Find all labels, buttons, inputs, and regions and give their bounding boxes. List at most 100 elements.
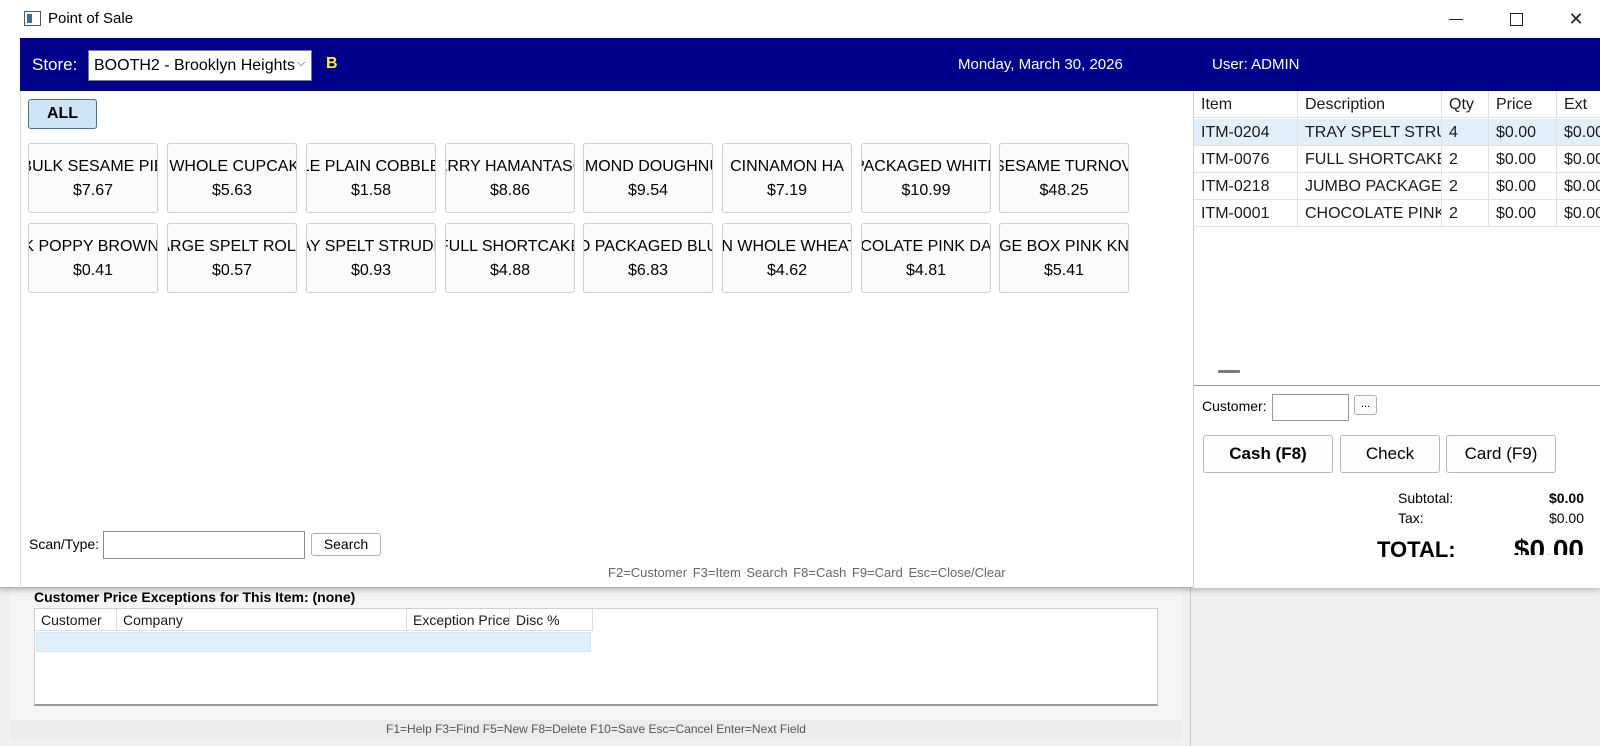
store-header-bar: Store: BOOTH2 - Brooklyn Heights ⌵ B Mon… [20, 38, 1600, 91]
product-name: PLE PLAIN COBBLER [307, 158, 435, 175]
cart-header: Item Description Qty Price Ext [1194, 91, 1600, 118]
exceptions-header: Customer Company Exception Price Disc % [35, 609, 593, 631]
product-name: E WHOLE CUPCAKE [168, 158, 296, 175]
product-tile[interactable]: ALMOND DOUGHNUT $9.54 [583, 143, 713, 213]
cart-cell-description: JUMBO PACKAGED [1298, 173, 1442, 200]
tax-value: $0.00 [1548, 510, 1584, 526]
product-name: T SESAME TURNOVER [999, 158, 1128, 175]
cart-row[interactable]: ITM-0204 TRAY SPELT STRUDEL 4 $0.00 $0.0… [1194, 119, 1600, 146]
close-button[interactable]: ✕ [1546, 0, 1600, 38]
cart-cell-item: ITM-0204 [1194, 119, 1298, 146]
product-tile[interactable]: CINNAMON HA $7.19 [722, 143, 852, 213]
cart-row[interactable]: ITM-0218 JUMBO PACKAGED 2 $0.00 $0.00 [1194, 173, 1600, 200]
cart-row[interactable]: ITM-0001 CHOCOLATE PINK 2 $0.00 $0.00 [1194, 200, 1600, 227]
cart-col-description[interactable]: Description [1298, 91, 1442, 118]
product-price: $10.99 [901, 182, 951, 199]
cart-cell-qty[interactable]: 2 [1442, 146, 1489, 173]
product-name: COLATE PINK DA [861, 238, 991, 255]
scan-input[interactable] [103, 531, 305, 559]
product-name: CINNAMON HA [730, 158, 844, 175]
product-price: $4.88 [489, 262, 531, 279]
scan-label: Scan/Type: [29, 536, 100, 552]
category-all-button[interactable]: ALL [28, 99, 97, 129]
maximize-icon [1509, 12, 1523, 26]
product-name: GE BOX PINK KN [999, 238, 1129, 255]
cart-cell-price: $0.00 [1489, 119, 1557, 146]
scrollbar-grip[interactable] [1218, 370, 1240, 373]
card-button[interactable]: Card (F9) [1446, 435, 1556, 473]
maximize-button[interactable] [1486, 0, 1546, 38]
product-tile[interactable]: ARGE SPELT ROLL $0.57 [167, 223, 297, 293]
product-name: RAY SPELT STRUDEL [307, 238, 435, 255]
exceptions-grid[interactable]: Customer Company Exception Price Disc % [34, 608, 1158, 706]
product-tile[interactable]: PLE PLAIN COBBLER $1.58 [306, 143, 436, 213]
search-button[interactable]: Search [311, 533, 381, 556]
cart-cell-ext: $0.00 [1557, 173, 1600, 200]
cart-panel: Item Description Qty Price Ext ITM-0204 … [1193, 91, 1600, 588]
cart-col-item[interactable]: Item [1194, 91, 1298, 118]
cart-cell-ext: $0.00 [1557, 146, 1600, 173]
product-tile[interactable]: IN WHOLE WHEAT $4.62 [722, 223, 852, 293]
product-price: $4.62 [766, 262, 808, 279]
window-title: Point of Sale [48, 10, 134, 27]
tax-label: Tax: [1398, 510, 1424, 526]
product-price: $6.83 [627, 262, 669, 279]
exceptions-new-row[interactable] [36, 632, 591, 652]
exceptions-col-company[interactable]: Company [117, 609, 407, 631]
customer-input[interactable] [1272, 394, 1349, 421]
product-name: CK POPPY BROWNIE [29, 238, 158, 255]
chevron-down-icon[interactable]: ⌵ [297, 57, 309, 73]
total-label: TOTAL: [1377, 537, 1456, 562]
product-tile[interactable]: RAY SPELT STRUDEL $0.93 [306, 223, 436, 293]
cart-cell-qty[interactable]: 2 [1442, 200, 1489, 227]
product-name: ALMOND DOUGHNUT [584, 158, 712, 175]
product-price: $7.67 [72, 182, 114, 199]
cart-col-ext[interactable]: Ext [1557, 91, 1600, 118]
cash-button[interactable]: Cash (F8) [1203, 435, 1333, 473]
product-tile[interactable]: COLATE PINK DA $4.81 [861, 223, 991, 293]
exceptions-col-disc[interactable]: Disc % [510, 609, 593, 631]
product-tile[interactable]: BULK SESAME PIE $7.67 [28, 143, 158, 213]
exceptions-col-customer[interactable]: Customer [35, 609, 117, 631]
cart-cell-ext: $0.00 [1557, 119, 1600, 146]
product-name: IN WHOLE WHEAT [722, 238, 852, 255]
customer-browse-button[interactable]: ... [1354, 395, 1377, 415]
cart-cell-qty[interactable]: 2 [1442, 173, 1489, 200]
product-tile[interactable]: T SESAME TURNOVER $48.25 [999, 143, 1129, 213]
app-window-icon [24, 11, 41, 26]
product-tile[interactable]: BERRY HAMANTASCH $8.86 [445, 143, 575, 213]
cart-cell-price: $0.00 [1489, 173, 1557, 200]
cart-row[interactable]: ITM-0076 FULL SHORTCAKE 2 $0.00 $0.00 [1194, 146, 1600, 173]
product-name: ARGE SPELT ROLL [168, 238, 296, 255]
store-select[interactable]: BOOTH2 - Brooklyn Heights [88, 50, 312, 81]
cart-cell-description: CHOCOLATE PINK [1298, 200, 1442, 227]
cart-cell-description: FULL SHORTCAKE [1298, 146, 1442, 173]
product-price: $5.63 [211, 182, 253, 199]
product-tile[interactable]: O PACKAGED BLU $6.83 [583, 223, 713, 293]
cart-grid[interactable]: Item Description Qty Price Ext ITM-0204 … [1194, 91, 1600, 386]
check-button[interactable]: Check [1340, 435, 1440, 473]
left-border [20, 91, 21, 588]
exceptions-title: Customer Price Exceptions for This Item:… [34, 589, 356, 605]
product-tile[interactable]: PACKAGED WHITE $10.99 [861, 143, 991, 213]
cart-cell-ext: $0.00 [1557, 200, 1600, 227]
background-right-pane [1190, 588, 1600, 746]
cart-cell-item: ITM-0218 [1194, 173, 1298, 200]
product-tile[interactable]: CK POPPY BROWNIE $0.41 [28, 223, 158, 293]
cart-cell-price: $0.00 [1489, 200, 1557, 227]
cart-cell-item: ITM-0076 [1194, 146, 1298, 173]
cart-col-qty[interactable]: Qty [1442, 91, 1489, 118]
pos-window: Point of Sale ✕ Store: BOOTH2 - Brooklyn… [0, 0, 1600, 588]
pos-hotkey-bar: F2=Customer F3=Item Search F8=Cash F9=Ca… [608, 565, 1006, 580]
cart-col-price[interactable]: Price [1489, 91, 1557, 118]
product-price: $0.41 [72, 262, 114, 279]
minimize-button[interactable] [1426, 0, 1486, 38]
cart-cell-item: ITM-0001 [1194, 200, 1298, 227]
title-bar[interactable]: Point of Sale ✕ [0, 0, 1600, 38]
product-tile[interactable]: E WHOLE CUPCAKE $5.63 [167, 143, 297, 213]
cart-cell-qty[interactable]: 4 [1442, 119, 1489, 146]
subtotal-label: Subtotal: [1398, 490, 1454, 506]
exceptions-col-exception-price[interactable]: Exception Price [407, 609, 510, 631]
product-tile[interactable]: GE BOX PINK KN $5.41 [999, 223, 1129, 293]
product-tile[interactable]: FULL SHORTCAKE $4.88 [445, 223, 575, 293]
